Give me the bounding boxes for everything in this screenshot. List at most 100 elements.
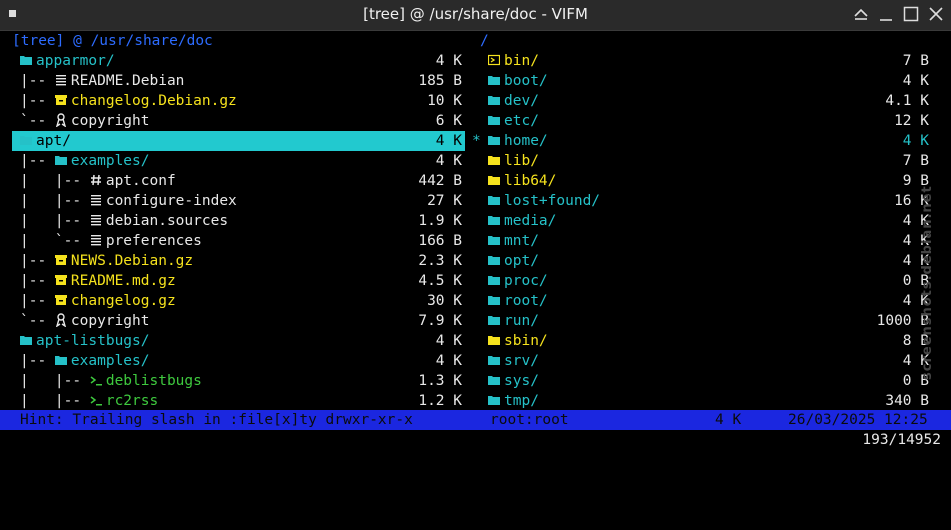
file-name: media/ xyxy=(504,213,557,229)
file-entry[interactable]: |-- NEWS.Debian.gz 2.3 K xyxy=(12,251,465,271)
file-entry[interactable]: * home/4 K xyxy=(472,131,940,151)
left-pane-header: [tree] @ /usr/share/doc xyxy=(12,33,213,49)
status-hint: Hint: Trailing slash in :file[x]ty drwxr… xyxy=(20,412,413,428)
mark-indicator: * xyxy=(472,133,481,149)
file-size: 442 B xyxy=(418,173,462,189)
file-entry[interactable]: srv/4 K xyxy=(480,351,940,371)
file-entry[interactable]: media/4 K xyxy=(480,211,940,231)
file-entry[interactable]: | |-- deblistbugs 1.3 K xyxy=(12,371,465,391)
file-entry[interactable]: mnt/4 K xyxy=(480,231,940,251)
archive-icon xyxy=(54,295,67,305)
file-name: rc2rss xyxy=(105,393,159,409)
file-size: 6 K xyxy=(435,113,462,129)
file-name: changelog.Debian.gz xyxy=(70,93,237,109)
terminal-icon xyxy=(90,396,102,406)
minimize-icon[interactable] xyxy=(853,6,869,22)
file-name: lib64/ xyxy=(504,173,557,189)
file-name: etc/ xyxy=(504,113,539,129)
file-name: debian.sources xyxy=(105,213,229,229)
close-icon[interactable] xyxy=(928,6,944,22)
file-entry[interactable]: apparmor/4 K xyxy=(12,51,465,71)
file-name: apt-listbugs/ xyxy=(36,333,150,349)
file-entry[interactable]: |-- README.md.gz 4.5 K xyxy=(12,271,465,291)
text-file-icon xyxy=(90,235,101,246)
file-size: 1.3 K xyxy=(418,373,462,389)
tree-branch: |-- xyxy=(20,273,55,289)
minimize-window-icon[interactable] xyxy=(878,6,894,22)
file-entry[interactable]: |-- examples/4 K xyxy=(12,151,465,171)
tree-branch: | |-- xyxy=(20,213,90,229)
file-name: bin/ xyxy=(504,53,539,69)
file-name: copyright xyxy=(70,113,150,129)
file-size: 4 K xyxy=(902,73,929,89)
archive-icon xyxy=(54,95,67,105)
file-entry[interactable]: sbin/8 B xyxy=(480,331,940,351)
file-name: dev/ xyxy=(504,93,539,109)
text-file-icon xyxy=(90,215,101,226)
file-entry[interactable]: | |-- debian.sources 1.9 K xyxy=(12,211,465,231)
file-name: srv/ xyxy=(504,353,539,369)
file-entry[interactable]: |-- changelog.gz 30 K xyxy=(12,291,465,311)
folder-icon xyxy=(488,276,500,285)
file-entry[interactable]: |-- changelog.Debian.gz 10 K xyxy=(12,91,465,111)
vifm-terminal: [tree] @ /usr/share/doc / apparmor/4 K |-… xyxy=(0,31,951,458)
file-size: 12 K xyxy=(894,113,929,129)
maximize-icon[interactable] xyxy=(903,6,919,22)
file-entry[interactable]: | |-- rc2rss 1.2 K xyxy=(12,391,465,411)
file-size: 4.1 K xyxy=(885,93,929,109)
archive-icon xyxy=(54,275,67,285)
file-entry[interactable]: lib64/9 B xyxy=(480,171,940,191)
file-size: 340 B xyxy=(885,393,929,409)
status-datetime: 26/03/2025 12:25 xyxy=(788,412,928,428)
file-entry[interactable]: sys/0 B xyxy=(480,371,940,391)
file-entry[interactable]: lost+found/16 K xyxy=(480,191,940,211)
license-icon xyxy=(55,313,66,327)
file-entry[interactable]: tmp/340 B xyxy=(480,391,940,411)
text-file-icon xyxy=(90,195,101,206)
tree-branch: |-- xyxy=(20,93,55,109)
file-name: lost+found/ xyxy=(504,193,601,209)
file-name: apt.conf xyxy=(105,173,176,189)
window-titlebar: [tree] @ /usr/share/doc - VIFM xyxy=(0,0,951,31)
folder-icon xyxy=(488,316,500,325)
file-entry[interactable]: |-- examples/4 K xyxy=(12,351,465,371)
tree-branch: | |-- xyxy=(20,393,90,409)
file-entry[interactable]: etc/12 K xyxy=(480,111,940,131)
folder-icon xyxy=(488,136,500,145)
file-entry[interactable]: opt/4 K xyxy=(480,251,940,271)
command-line[interactable]: 193/14952 xyxy=(0,430,951,450)
file-entry[interactable]: apt/4 K xyxy=(12,131,465,151)
file-name: sbin/ xyxy=(504,333,548,349)
file-name: apparmor/ xyxy=(36,53,115,69)
file-size: 185 B xyxy=(418,73,462,89)
file-size: 30 K xyxy=(427,293,462,309)
file-entry[interactable]: lib/7 B xyxy=(480,151,940,171)
file-entry[interactable]: apt-listbugs/4 K xyxy=(12,331,465,351)
file-size: 1.9 K xyxy=(418,213,462,229)
file-entry[interactable]: proc/0 B xyxy=(480,271,940,291)
file-name: README.md.gz xyxy=(70,273,176,289)
folder-icon xyxy=(488,256,500,265)
file-entry[interactable]: |-- README.Debian 185 B xyxy=(12,71,465,91)
file-name: lib/ xyxy=(504,153,539,169)
file-entry[interactable]: dev/4.1 K xyxy=(480,91,940,111)
file-entry[interactable]: | `-- preferences 166 B xyxy=(12,231,465,251)
file-entry[interactable]: `-- copyright 7.9 K xyxy=(12,311,465,331)
file-entry[interactable]: root/4 K xyxy=(480,291,940,311)
file-name: changelog.gz xyxy=(70,293,176,309)
file-entry[interactable]: | |-- configure-index 27 K xyxy=(12,191,465,211)
folder-icon xyxy=(488,76,500,85)
file-entry[interactable]: run/1000 B xyxy=(480,311,940,331)
left-pane-list: apparmor/4 K |-- README.Debian 185 B |-- ch… xyxy=(0,51,470,411)
file-size: 4.5 K xyxy=(418,273,462,289)
folder-icon xyxy=(488,296,500,305)
file-entry[interactable]: bin/7 B xyxy=(480,51,940,71)
file-entry[interactable]: `-- copyright 6 K xyxy=(12,111,465,131)
file-size: 4 K xyxy=(902,133,929,149)
file-name: configure-index xyxy=(105,193,237,209)
folder-icon xyxy=(488,156,500,165)
file-entry[interactable]: boot/4 K xyxy=(480,71,940,91)
right-pane-list: bin/7 Bboot/4 Kdev/4.1 Ketc/12 K * home/4 … xyxy=(470,51,951,411)
file-entry[interactable]: | |-- apt.conf 442 B xyxy=(12,171,465,191)
file-name: preferences xyxy=(105,233,202,249)
